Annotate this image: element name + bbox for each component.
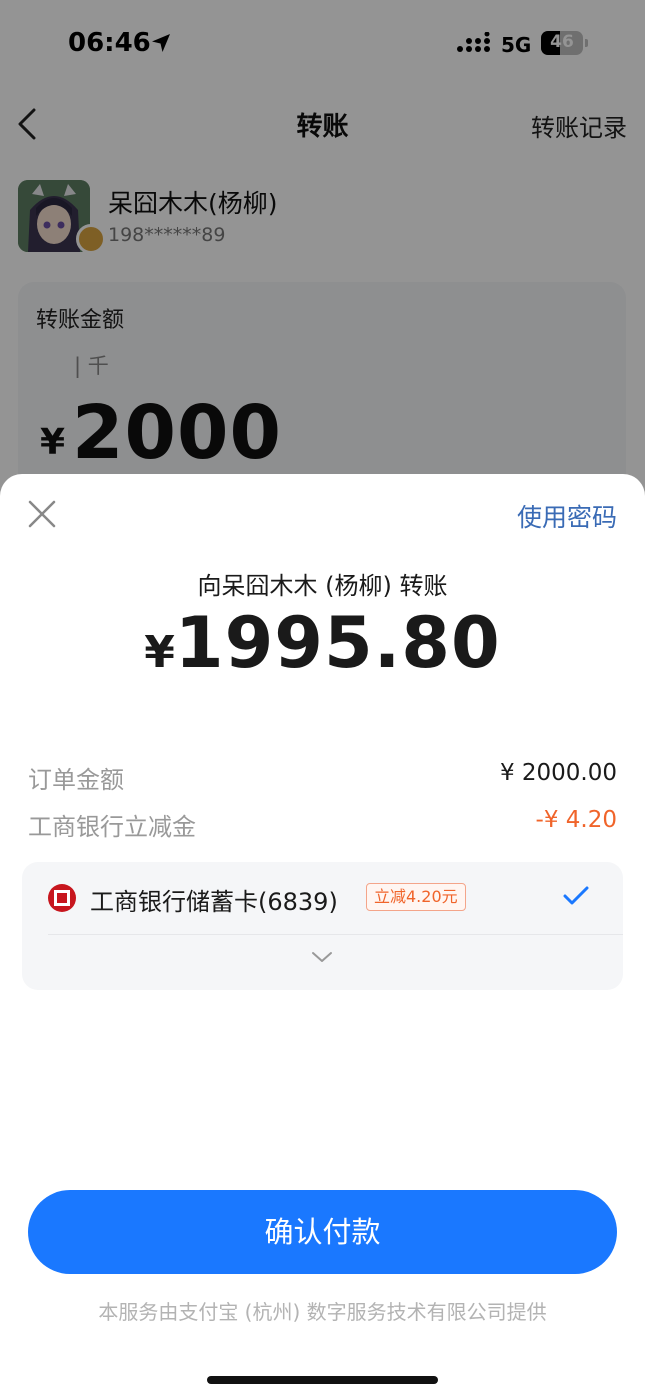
pay-amount-value: 1995.80 [174, 602, 501, 684]
close-icon[interactable] [26, 498, 58, 530]
payment-method-card[interactable]: 工商银行储蓄卡(6839) 立减4.20元 [22, 862, 623, 990]
transfer-target: 向呆囧木木 (杨柳) 转账 [197, 572, 448, 600]
discount-value: -¥ 4.20 [535, 807, 617, 833]
bank-logo-icon [48, 884, 76, 912]
checkmark-icon [563, 886, 589, 905]
order-amount-row: 订单金额 ¥ 2000.00 [28, 760, 617, 796]
provider-note: 本服务由支付宝 (杭州) 数字服务技术有限公司提供 [98, 1300, 547, 1324]
divider [48, 934, 623, 935]
discount-row: 工商银行立减金 -¥ 4.20 [28, 807, 617, 843]
use-password-link[interactable]: 使用密码 [517, 498, 617, 534]
chevron-down-icon[interactable] [310, 948, 334, 966]
pay-currency: ¥ [144, 627, 175, 678]
order-amount-value: ¥ 2000.00 [499, 760, 617, 786]
order-amount-label: 订单金额 [28, 766, 124, 794]
pay-amount: ¥1995.80 [0, 602, 645, 684]
payment-sheet: 使用密码 向呆囧木木 (杨柳) 转账 ¥1995.80 订单金额 ¥ 2000.… [0, 474, 645, 1398]
promo-badge: 立减4.20元 [366, 883, 466, 911]
discount-label: 工商银行立减金 [28, 813, 196, 841]
confirm-payment-button[interactable]: 确认付款 [28, 1190, 617, 1274]
bank-name: 工商银行储蓄卡(6839) [90, 888, 338, 916]
home-indicator[interactable] [207, 1376, 438, 1384]
